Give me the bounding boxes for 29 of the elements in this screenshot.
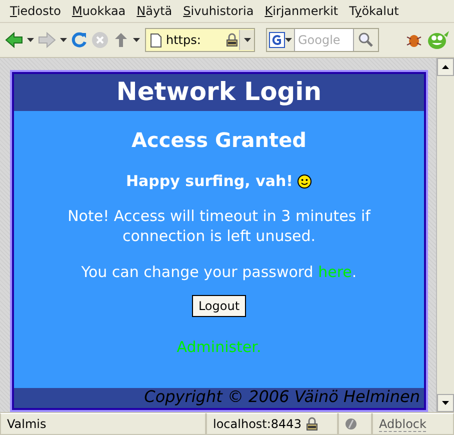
password-text: You can change your password here. (81, 262, 357, 282)
scrollbar[interactable] (436, 58, 454, 412)
reload-icon[interactable] (70, 31, 88, 49)
greeting-text: Happy surfing, vah! (126, 172, 294, 190)
caret-icon[interactable] (244, 38, 250, 42)
host-text: localhost:8443 (213, 417, 302, 431)
address-field[interactable]: https: (145, 28, 255, 52)
menu-item[interactable]: Sivuhistoria (179, 4, 258, 18)
menu-item[interactable]: Muokkaa (68, 4, 130, 18)
logout-button[interactable]: Logout (192, 295, 246, 317)
back-arrow-icon[interactable] (4, 31, 24, 49)
status-text: Valmis (7, 417, 46, 431)
page-icon (150, 32, 162, 48)
copyright-text: Copyright © 2006 Väinö Helminen (144, 388, 420, 406)
heading: Access Granted (132, 128, 306, 152)
menu-item[interactable]: Tiedosto (6, 4, 65, 18)
lock-icon (305, 417, 320, 431)
caret-icon[interactable] (27, 38, 34, 42)
page-title: Network Login (116, 77, 322, 106)
down-arrow-icon[interactable] (442, 401, 449, 405)
menu-item[interactable]: Näytä (132, 4, 176, 18)
lock-icon (225, 33, 239, 47)
menu-item[interactable]: Kirjanmerkit (260, 4, 342, 18)
timeout-note: Note! Access will timeout in 3 minutes if connection is left unused. (66, 206, 372, 246)
menu-item[interactable]: Työkalut (345, 4, 403, 18)
smiley-icon (297, 174, 312, 188)
up-arrow-icon[interactable] (442, 65, 449, 69)
caret-icon[interactable] (133, 38, 140, 42)
caret-icon[interactable] (60, 38, 67, 42)
